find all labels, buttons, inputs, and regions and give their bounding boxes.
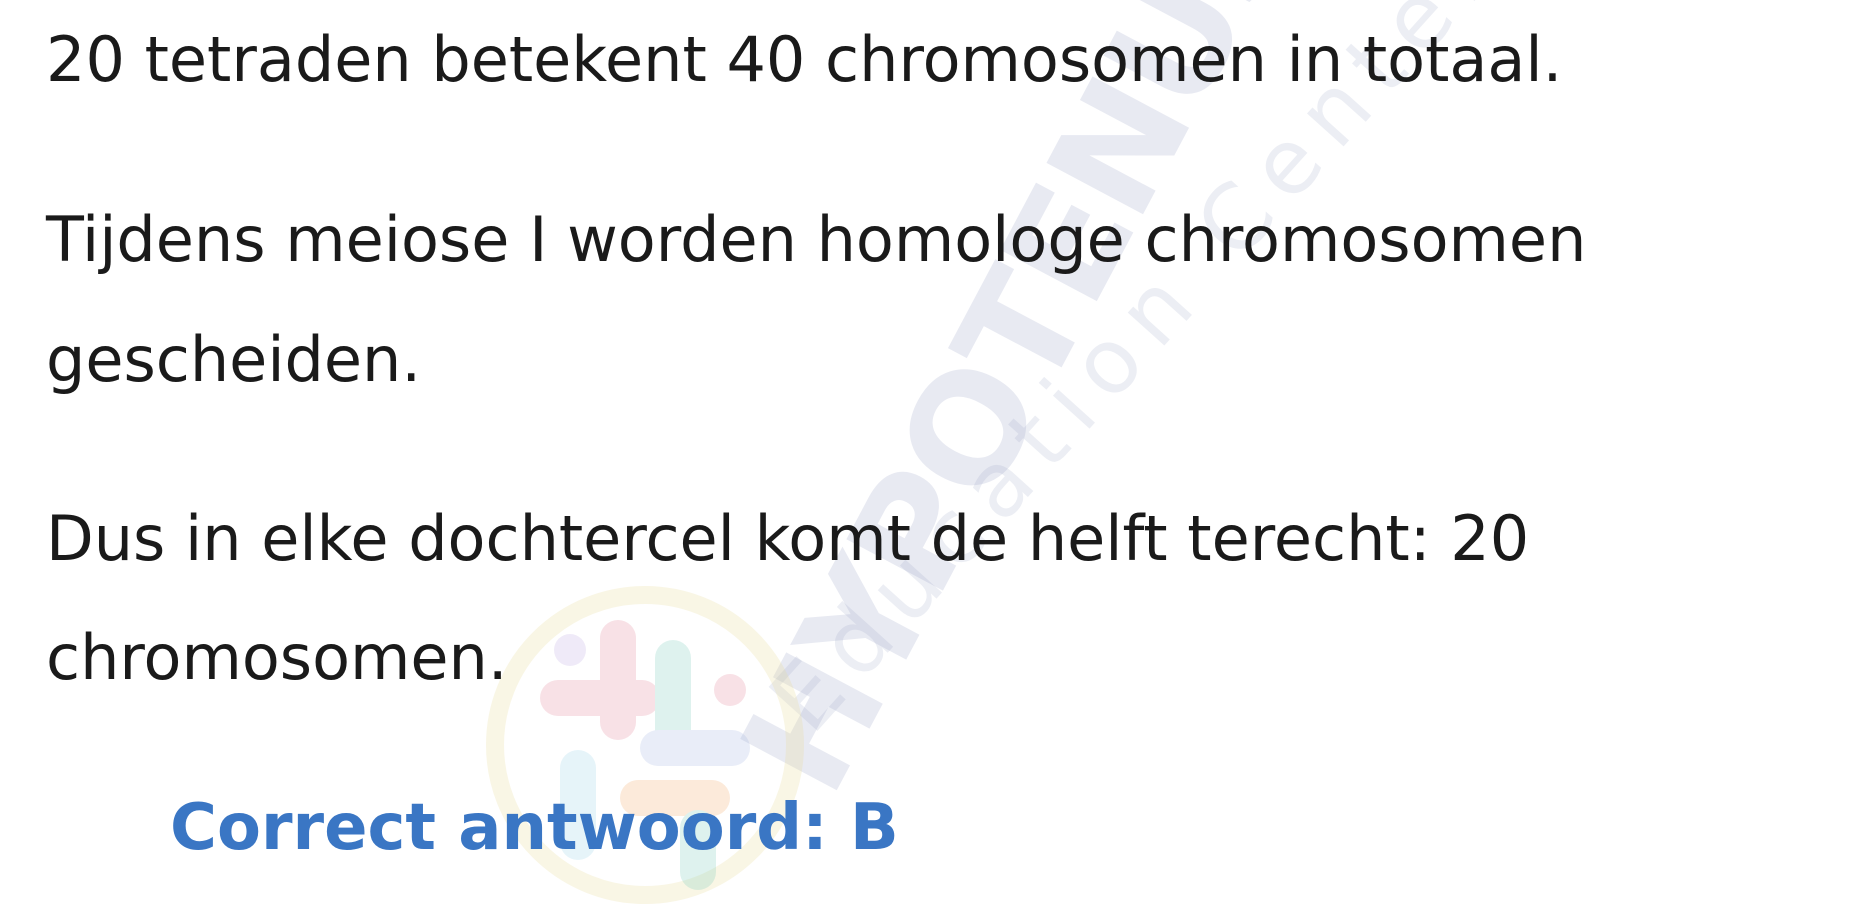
slide: HYPOTENUSE Education Center 20 tetraden … <box>0 0 1866 904</box>
watermark-tagline: Education Center <box>749 0 1521 753</box>
paragraph-2-line-1: Tijdens meiose I worden homologe chromos… <box>46 203 1587 276</box>
watermark: HYPOTENUSE Education Center <box>0 0 1866 904</box>
paragraph-2-line-2: gescheiden. <box>46 323 422 396</box>
paragraph-3-line-2: chromosomen. <box>46 621 508 694</box>
paragraph-1: 20 tetraden betekent 40 chromosomen in t… <box>46 23 1563 96</box>
paragraph-3-line-1: Dus in elke dochtercel komt de helft ter… <box>46 502 1530 575</box>
watermark-brand: HYPOTENUSE <box>708 0 1376 820</box>
correct-answer: Correct antwoord: B <box>170 791 899 865</box>
